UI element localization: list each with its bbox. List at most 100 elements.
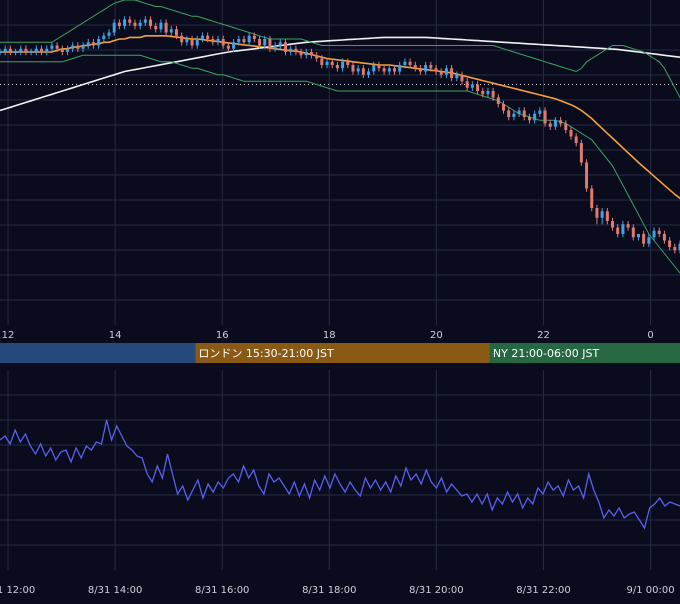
candle-body-107 <box>554 120 557 127</box>
candle-body-129 <box>668 241 671 248</box>
candle-body-80 <box>414 65 417 68</box>
candle-body-87 <box>450 68 453 78</box>
candle-body-29 <box>149 20 152 27</box>
candle-body-27 <box>139 23 142 26</box>
osc-axis-tick-label-6: 9/1 00:00 <box>627 585 675 596</box>
candle-body-89 <box>460 75 463 82</box>
candle-body-85 <box>440 72 443 75</box>
candle-body-81 <box>419 68 422 71</box>
candle-body-35 <box>180 36 183 43</box>
candle-body-88 <box>455 75 458 78</box>
candle-body-13 <box>66 49 69 52</box>
candle-body-2 <box>9 49 12 52</box>
candle-body-66 <box>341 62 344 69</box>
candle-body-52 <box>268 39 271 49</box>
candle-body-9 <box>45 49 48 52</box>
candle-body-45 <box>232 42 235 49</box>
candle-body-123 <box>637 234 640 237</box>
candle-body-103 <box>533 114 536 121</box>
candle-body-70 <box>362 68 365 75</box>
candle-body-95 <box>492 91 495 98</box>
session-band-tokyo <box>0 343 195 363</box>
candle-body-83 <box>429 65 432 68</box>
candle-body-30 <box>154 26 157 29</box>
candle-body-91 <box>471 85 474 88</box>
candle-body-82 <box>424 65 427 72</box>
candle-body-50 <box>258 39 261 46</box>
candle-body-42 <box>217 39 220 42</box>
candle-body-127 <box>658 231 661 234</box>
candle-body-19 <box>97 39 100 46</box>
candle-body-126 <box>653 231 656 238</box>
candle-body-31 <box>159 23 162 30</box>
candle-body-16 <box>82 46 85 49</box>
candle-body-97 <box>502 104 505 111</box>
candle-body-37 <box>191 39 194 46</box>
candle-body-53 <box>274 46 277 49</box>
candle-body-24 <box>123 20 126 27</box>
candle-body-51 <box>263 39 266 46</box>
candle-body-38 <box>196 39 199 46</box>
candle-body-20 <box>102 36 105 39</box>
candle-body-43 <box>222 39 225 46</box>
candle-body-113 <box>585 163 588 189</box>
candle-body-47 <box>242 39 245 42</box>
candle-body-8 <box>40 49 43 52</box>
candle-body-117 <box>606 211 609 221</box>
candle-body-86 <box>445 68 448 75</box>
candle-body-100 <box>518 111 521 114</box>
candle-body-98 <box>507 111 510 118</box>
candle-body-125 <box>647 237 650 244</box>
candle-body-55 <box>284 42 287 52</box>
candle-body-99 <box>512 114 515 117</box>
candle-body-116 <box>601 211 604 218</box>
candle-body-61 <box>315 55 318 58</box>
candle-body-4 <box>19 49 22 52</box>
candle-body-14 <box>71 46 74 49</box>
candle-body-96 <box>497 98 500 105</box>
price-axis-tick-label-6: 0 <box>647 330 653 341</box>
candle-body-65 <box>336 65 339 68</box>
candle-body-57 <box>294 49 297 52</box>
candle-body-36 <box>185 39 188 42</box>
candle-body-11 <box>56 46 59 49</box>
candle-body-40 <box>206 36 209 39</box>
candle-body-69 <box>357 68 360 71</box>
candle-body-44 <box>227 46 230 49</box>
candle-body-128 <box>663 234 666 241</box>
osc-axis-tick-label-1: 8/31 14:00 <box>88 585 142 596</box>
osc-axis-tick-label-3: 8/31 18:00 <box>302 585 356 596</box>
candle-body-120 <box>621 224 624 234</box>
candle-body-62 <box>320 59 323 66</box>
candle-body-68 <box>351 65 354 72</box>
candle-body-110 <box>569 130 572 137</box>
candle-body-49 <box>253 36 256 39</box>
price-axis-tick-label-0: 12 <box>2 330 15 341</box>
osc-axis-tick-label-4: 8/31 20:00 <box>409 585 463 596</box>
candle-body-119 <box>616 228 619 235</box>
trading-chart-panel: 1214161820220 ロンドン 15:30-21:00 JSTNY 21:… <box>0 0 680 600</box>
candle-body-56 <box>289 49 292 52</box>
candle-body-109 <box>564 124 567 131</box>
price-axis-tick-label-2: 16 <box>216 330 229 341</box>
candle-body-33 <box>170 29 173 32</box>
candle-body-3 <box>14 52 17 53</box>
candle-body-92 <box>476 85 479 92</box>
candle-body-115 <box>595 208 598 218</box>
candle-body-71 <box>367 72 370 75</box>
osc-axis-tick-label-0: 8/31 12:00 <box>0 585 35 596</box>
candle-body-48 <box>248 36 251 43</box>
candle-body-121 <box>627 224 630 227</box>
candle-body-118 <box>611 221 614 228</box>
candle-body-17 <box>87 42 90 45</box>
candle-body-26 <box>133 23 136 26</box>
candle-body-79 <box>409 62 412 65</box>
candle-body-64 <box>331 62 334 65</box>
candle-body-75 <box>388 68 391 71</box>
candle-body-59 <box>305 52 308 55</box>
session-label-london: ロンドン 15:30-21:00 JST <box>198 347 334 360</box>
candle-body-18 <box>92 42 95 45</box>
candle-body-23 <box>118 23 121 26</box>
candle-body-78 <box>403 62 406 65</box>
candle-body-130 <box>673 247 676 250</box>
